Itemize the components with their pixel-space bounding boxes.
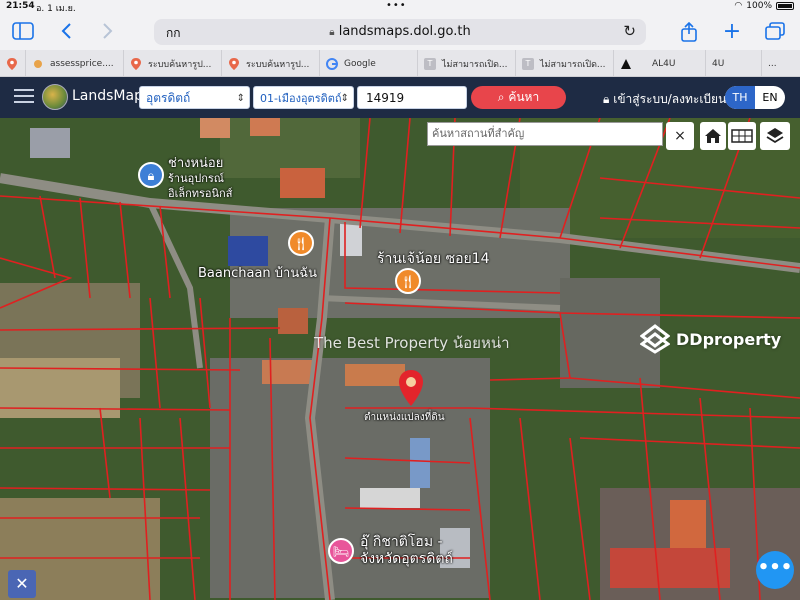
tab-9[interactable]: ... <box>762 50 800 77</box>
landsmaps-logo <box>42 84 68 110</box>
search-button-label: ค้นหา <box>508 90 540 104</box>
baanchaan-label: Baanchaan บ้านฉัน <box>198 266 317 281</box>
back-icon[interactable] <box>56 22 78 42</box>
address-bar[interactable]: กก 🔒︎ landsmaps.dol.go.th ↻ <box>154 19 646 45</box>
tab-label: Google <box>344 58 376 69</box>
lang-th-button[interactable]: TH <box>725 86 755 109</box>
tab-2[interactable]: ระบบค้นหารูป... <box>124 50 222 77</box>
tab-t-icon: T <box>522 57 534 70</box>
triangle-icon <box>620 58 632 70</box>
tab-4[interactable]: Google <box>320 50 418 77</box>
map-pin-icon <box>130 57 142 70</box>
status-date: อ. 1 เม.ย. <box>36 4 76 14</box>
lock-icon: 🔒︎ <box>603 92 610 106</box>
url-text: landsmaps.dol.go.th <box>338 24 471 39</box>
tab-strip: assessprice.... ระบบค้นหารูป... ระบบค้นห… <box>0 50 800 77</box>
watermark-text: The Best Property น้อยหน่า <box>314 334 510 352</box>
measure-tool-icon[interactable]: ✕ <box>8 570 36 598</box>
map-pin-icon[interactable] <box>398 370 424 406</box>
tab-7[interactable]: AL4U <box>614 50 706 77</box>
province-select[interactable]: อุตรดิตถ์ ⇕ <box>139 86 250 109</box>
map-imagery <box>0 118 800 600</box>
tabs-overview-icon[interactable] <box>764 22 786 42</box>
district-value: 01-เมืองอุตรดิตถ์ <box>260 92 342 105</box>
sun-icon <box>32 58 44 70</box>
province-value: อุตรดิตถ์ <box>146 91 191 105</box>
parcel-number-input[interactable]: 14919 <box>357 86 467 109</box>
search-button[interactable]: ⌕ ค้นหา <box>471 86 566 109</box>
restaurant-poi-icon[interactable]: 🍴︎ <box>395 268 421 294</box>
new-tab-icon[interactable]: + <box>721 21 743 43</box>
tab-8[interactable]: 4U <box>706 50 762 77</box>
grid-icon[interactable] <box>728 122 756 150</box>
reload-icon[interactable]: ↻ <box>623 22 636 40</box>
tab-3[interactable]: ระบบค้นหารูป... <box>222 50 320 77</box>
tab-t-icon: T <box>424 57 436 70</box>
status-right: ◠ 100% <box>734 1 794 11</box>
lock-icon: 🔒︎ <box>329 27 335 38</box>
satellite-map[interactable]: 🔒︎ ช่างหน่อย ร้านอุปกรณ์ อิเล็กทรอนิกส์ … <box>0 118 800 600</box>
jenoi-label: ร้านเจ้น้อย ซอย14 <box>377 251 490 267</box>
share-icon[interactable] <box>678 21 700 42</box>
ddproperty-logo-icon <box>640 324 670 354</box>
close-icon[interactable]: × <box>666 122 694 150</box>
language-toggle: TH EN <box>725 86 785 109</box>
restaurant-poi-icon[interactable]: 🍴︎ <box>288 230 314 256</box>
login-link[interactable]: 🔒︎ เข้าสู่ระบบ/ลงทะเบียน <box>603 90 726 109</box>
ddproperty-watermark: DDproperty <box>640 324 781 354</box>
forward-icon[interactable] <box>96 22 118 42</box>
district-select[interactable]: 01-เมืองอุตรดิตถ์ ⇕ <box>253 86 354 109</box>
sidebar-toggle-icon[interactable] <box>12 22 34 42</box>
shop-poi-icon[interactable]: 🔒︎ <box>138 162 164 188</box>
battery-label: 100% <box>746 1 772 11</box>
chevron-updown-icon: ⇕ <box>340 93 349 104</box>
battery-icon <box>776 2 794 10</box>
tab-6[interactable]: T ไม่สามารถเปิด... <box>516 50 614 77</box>
tab-label: ... <box>768 58 777 69</box>
map-pin-icon <box>6 57 18 70</box>
search-icon: ⌕ <box>497 90 505 104</box>
tab-0[interactable] <box>0 50 26 77</box>
tab-1[interactable]: assessprice.... <box>26 50 124 77</box>
tab-label: ไม่สามารถเปิด... <box>540 59 606 70</box>
map-pin-icon <box>228 57 240 70</box>
browser-toolbar: กก 🔒︎ landsmaps.dol.go.th ↻ + <box>0 14 800 50</box>
tab-label: AL4U <box>652 58 676 69</box>
more-options-button[interactable]: ••• <box>756 551 794 589</box>
shop-label: ช่างหน่อย ร้านอุปกรณ์ อิเล็กทรอนิกส์ <box>168 156 233 200</box>
tab-label: ระบบค้นหารูป... <box>246 59 310 70</box>
tab-label: ไม่สามารถเปิด... <box>442 59 508 70</box>
tab-label: ระบบค้นหารูป... <box>148 59 212 70</box>
parcel-pin-label: ตำแหน่งแปลงที่ดิน <box>364 412 445 423</box>
tab-label: 4U <box>712 58 725 69</box>
place-search-input[interactable]: ค้นหาสถานที่สำคัญ <box>427 122 663 146</box>
tab-5[interactable]: T ไม่สามารถเปิด... <box>418 50 516 77</box>
multitask-dots-icon[interactable]: ••• <box>386 0 407 11</box>
wifi-icon: ◠ <box>734 1 743 11</box>
lang-en-button[interactable]: EN <box>755 86 785 109</box>
google-icon <box>326 57 338 70</box>
home-label: อุ๊ กิชาติโฮม - จังหวัดอุตรดิตถ์ <box>360 534 453 567</box>
chevron-updown-icon: ⇕ <box>236 93 245 104</box>
login-label: เข้าสู่ระบบ/ลงทะเบียน <box>613 92 727 106</box>
app-header: LandsMaps อุตรดิตถ์ ⇕ 01-เมืองอุตรดิตถ์ … <box>0 77 800 118</box>
layers-icon[interactable] <box>760 122 790 150</box>
tab-label: assessprice.... <box>50 58 114 69</box>
menu-icon[interactable] <box>14 89 34 105</box>
home-icon[interactable] <box>700 122 726 150</box>
status-bar: 21:54 อ. 1 เม.ย. ••• ◠ 100% <box>0 0 800 14</box>
status-time: 21:54 <box>6 1 35 11</box>
hotel-poi-icon[interactable]: 🛏︎ <box>328 538 354 564</box>
